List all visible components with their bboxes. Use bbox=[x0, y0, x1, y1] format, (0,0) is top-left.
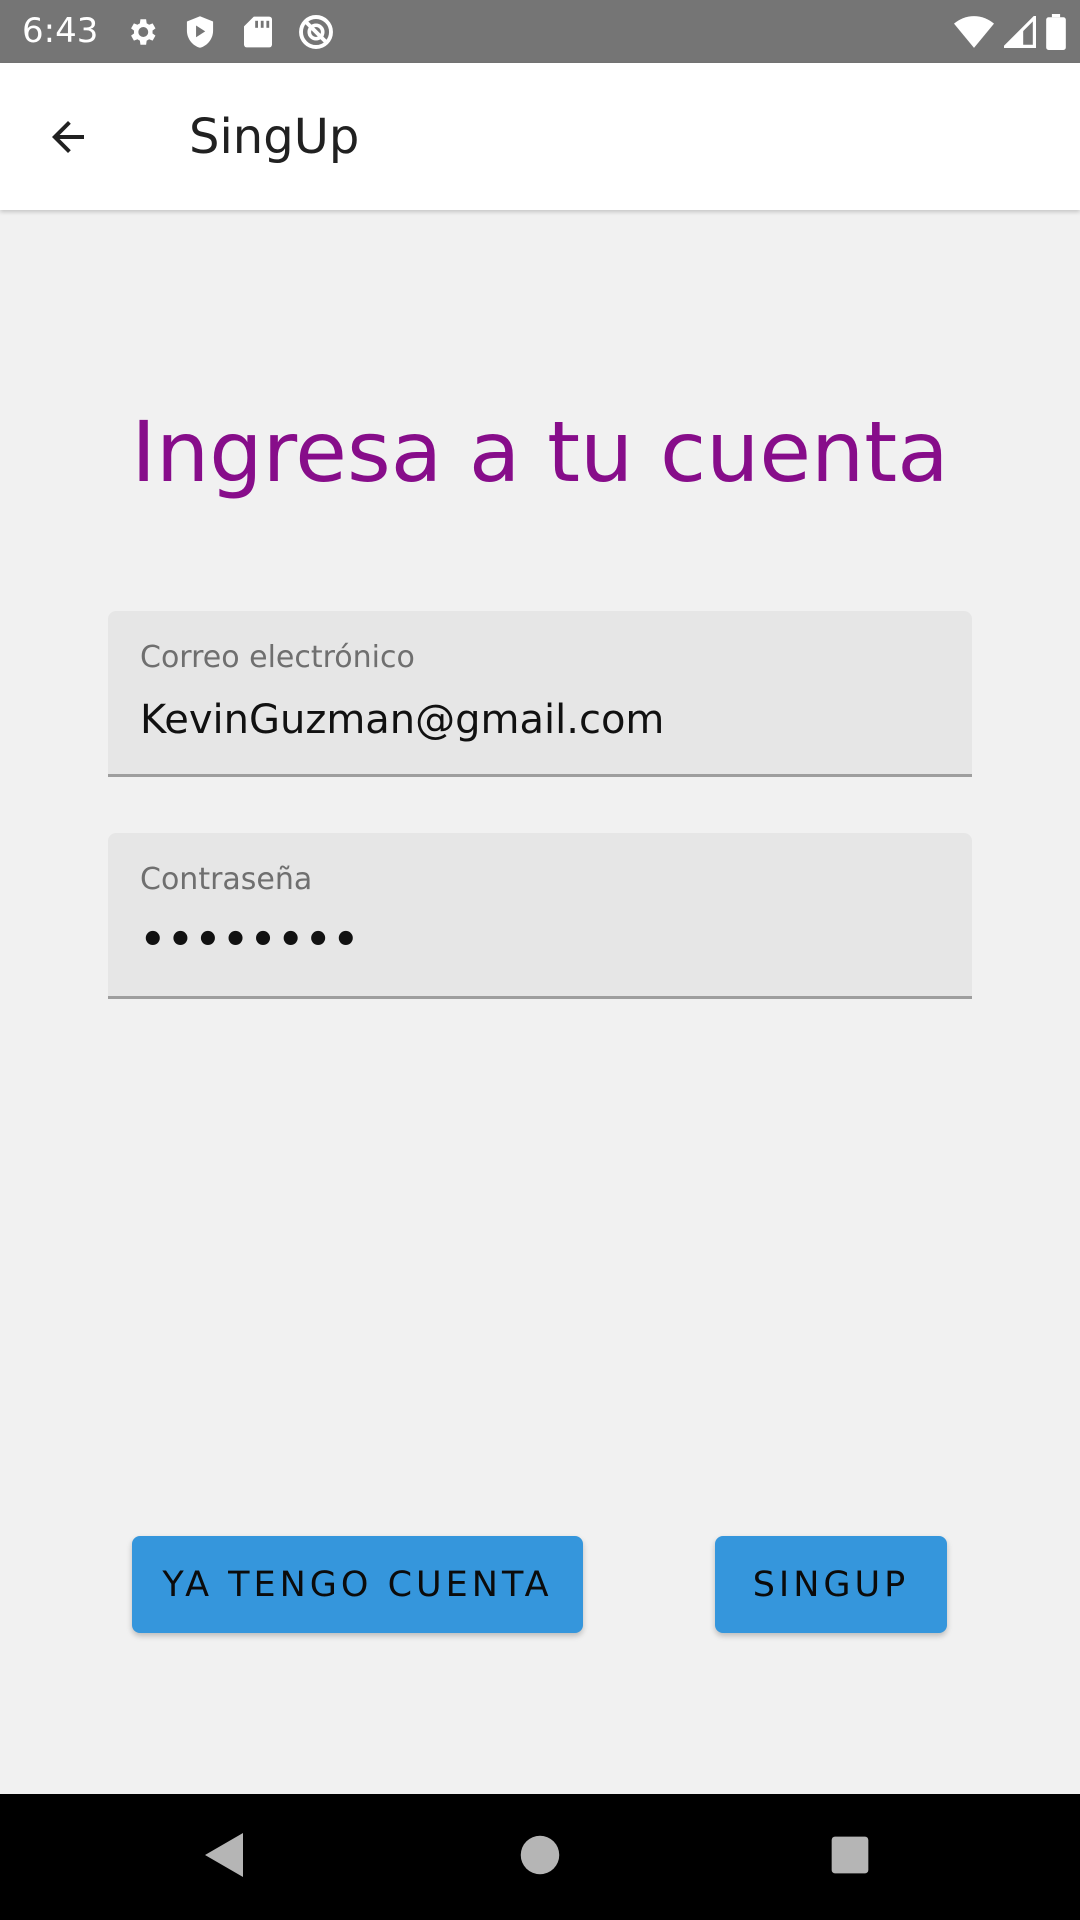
wifi-icon bbox=[954, 12, 994, 52]
already-have-account-button[interactable]: YA TENGO CUENTA bbox=[132, 1536, 583, 1633]
gear-icon bbox=[122, 12, 162, 52]
nav-recents-icon bbox=[830, 1835, 870, 1879]
app-title: SingUp bbox=[189, 109, 360, 165]
email-field-value[interactable]: KevinGuzman@gmail.com bbox=[140, 695, 664, 745]
status-time: 6:43 bbox=[22, 11, 99, 51]
nav-home-icon bbox=[519, 1834, 561, 1880]
do-not-disturb-icon bbox=[296, 12, 336, 52]
nav-recents-button[interactable] bbox=[815, 1824, 885, 1890]
page-heading: Ingresa a tu cuenta bbox=[131, 403, 949, 501]
password-field[interactable]: Contraseña •••••••• bbox=[108, 833, 972, 999]
status-bar: 6:43 bbox=[0, 0, 1080, 63]
back-button[interactable] bbox=[28, 99, 108, 179]
email-field[interactable]: Correo electrónico KevinGuzman@gmail.com bbox=[108, 611, 972, 777]
status-icons-left bbox=[122, 12, 354, 52]
email-field-label: Correo electrónico bbox=[140, 640, 415, 675]
navigation-bar bbox=[0, 1794, 1080, 1920]
sd-card-icon bbox=[238, 12, 278, 52]
status-icons-right bbox=[944, 12, 1066, 52]
signup-button[interactable]: SINGUP bbox=[715, 1536, 947, 1633]
app-bar: SingUp bbox=[0, 63, 1080, 210]
password-field-value[interactable]: •••••••• bbox=[140, 915, 361, 965]
signup-screen: 6:43 SingUp Ingresa a tu cuenta Correo e… bbox=[0, 0, 1080, 1920]
battery-icon bbox=[1046, 12, 1066, 52]
nav-back-button[interactable] bbox=[190, 1824, 260, 1890]
shield-icon bbox=[180, 12, 220, 52]
cell-signal-icon bbox=[1004, 12, 1036, 52]
nav-home-button[interactable] bbox=[505, 1824, 575, 1890]
nav-back-icon bbox=[203, 1831, 247, 1883]
arrow-back-icon bbox=[44, 113, 92, 165]
password-field-label: Contraseña bbox=[140, 862, 313, 897]
